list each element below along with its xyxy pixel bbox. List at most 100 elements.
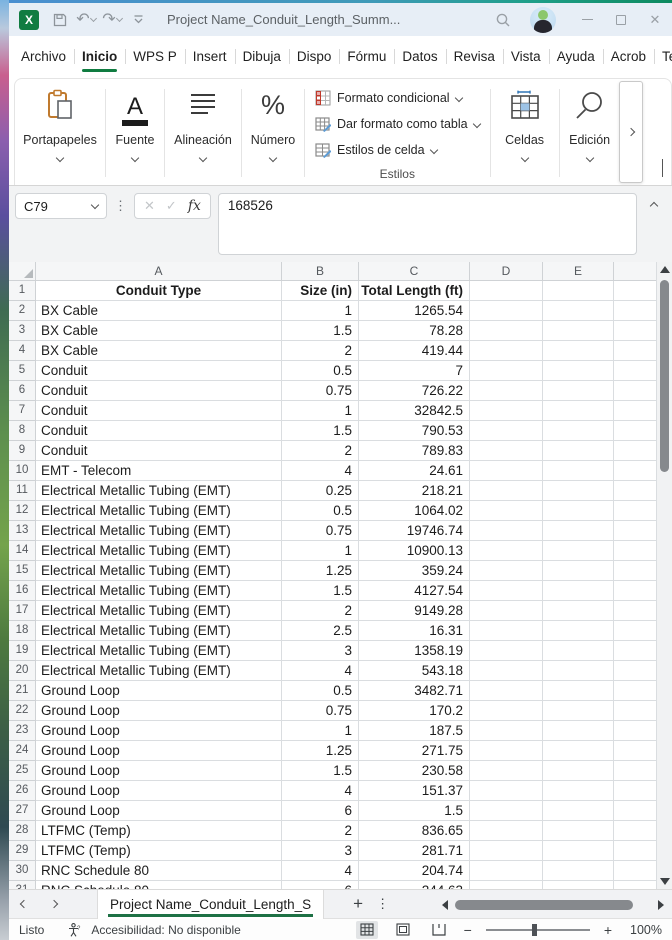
collapse-ribbon-button[interactable] xyxy=(662,159,663,177)
empty-cell[interactable] xyxy=(470,281,543,301)
cell-total-length[interactable]: 419.44 xyxy=(359,341,470,361)
cell-size[interactable]: 2 xyxy=(282,601,359,621)
save-button[interactable] xyxy=(47,8,73,32)
empty-cell[interactable] xyxy=(470,721,543,741)
empty-cell[interactable] xyxy=(470,341,543,361)
conditional-formatting-button[interactable]: Formato condicional xyxy=(315,85,480,111)
page-layout-view-button[interactable] xyxy=(392,921,414,939)
cell-conduit-type[interactable]: Ground Loop xyxy=(36,741,282,761)
row-header[interactable]: 19 xyxy=(9,641,36,661)
cell-size[interactable]: 1 xyxy=(282,401,359,421)
row-header[interactable]: 30 xyxy=(9,861,36,881)
cell-total-length[interactable]: 187.5 xyxy=(359,721,470,741)
empty-cell[interactable] xyxy=(470,461,543,481)
row-header[interactable]: 7 xyxy=(9,401,36,421)
scroll-right-icon[interactable] xyxy=(658,900,664,910)
redo-button[interactable]: ↷ xyxy=(99,8,125,32)
zoom-level[interactable]: 100% xyxy=(626,923,662,937)
horizontal-scrollbar-thumb[interactable] xyxy=(455,900,633,910)
column-header-partial[interactable] xyxy=(614,262,656,281)
empty-cell[interactable] xyxy=(470,701,543,721)
column-header-d[interactable]: D xyxy=(470,262,543,281)
cell-size[interactable]: 4 xyxy=(282,861,359,881)
row-header[interactable]: 3 xyxy=(9,321,36,341)
cell-total-length[interactable]: 1358.19 xyxy=(359,641,470,661)
cell-conduit-type[interactable]: Electrical Metallic Tubing (EMT) xyxy=(36,581,282,601)
cell-total-length[interactable]: 170.2 xyxy=(359,701,470,721)
empty-cell[interactable] xyxy=(614,701,656,721)
active-sheet-tab[interactable]: Project Name_Conduit_Length_S xyxy=(97,890,324,919)
empty-cell[interactable] xyxy=(470,621,543,641)
zoom-out-button[interactable]: − xyxy=(464,922,472,938)
cell-conduit-type[interactable]: Conduit xyxy=(36,381,282,401)
empty-cell[interactable] xyxy=(614,301,656,321)
empty-cell[interactable] xyxy=(614,461,656,481)
cell-total-length[interactable]: 244.63 xyxy=(359,881,470,889)
select-all-corner[interactable] xyxy=(9,262,36,281)
empty-cell[interactable] xyxy=(543,521,614,541)
zoom-slider[interactable] xyxy=(486,929,590,931)
cell-conduit-type[interactable]: Electrical Metallic Tubing (EMT) xyxy=(36,641,282,661)
cell-size[interactable]: 2 xyxy=(282,821,359,841)
cell-conduit-type[interactable]: Ground Loop xyxy=(36,801,282,821)
minimize-button[interactable] xyxy=(570,7,604,33)
row-header[interactable]: 27 xyxy=(9,801,36,821)
cell-conduit-type[interactable]: Electrical Metallic Tubing (EMT) xyxy=(36,541,282,561)
empty-cell[interactable] xyxy=(470,301,543,321)
empty-cell[interactable] xyxy=(614,661,656,681)
empty-cell[interactable] xyxy=(614,841,656,861)
undo-button[interactable]: ↶ xyxy=(73,8,99,32)
format-as-table-button[interactable]: Dar formato como tabla xyxy=(315,111,480,137)
previous-sheet-button[interactable] xyxy=(9,901,39,907)
cell-total-length[interactable]: 271.75 xyxy=(359,741,470,761)
ribbon-tab[interactable]: Vista xyxy=(503,36,549,76)
empty-cell[interactable] xyxy=(543,281,614,301)
column-header-b[interactable]: B xyxy=(282,262,359,281)
scroll-down-icon[interactable] xyxy=(660,878,670,885)
row-header[interactable]: 28 xyxy=(9,821,36,841)
empty-cell[interactable] xyxy=(470,861,543,881)
cell-conduit-type[interactable]: Electrical Metallic Tubing (EMT) xyxy=(36,501,282,521)
cell-total-length[interactable]: 726.22 xyxy=(359,381,470,401)
empty-cell[interactable] xyxy=(470,541,543,561)
name-box[interactable]: C79 xyxy=(15,193,107,219)
cell-conduit-type[interactable]: Conduit xyxy=(36,421,282,441)
row-header[interactable]: 29 xyxy=(9,841,36,861)
row-header[interactable]: 18 xyxy=(9,621,36,641)
cell-size[interactable]: 0.75 xyxy=(282,381,359,401)
empty-cell[interactable] xyxy=(543,321,614,341)
formula-input[interactable]: 168526 xyxy=(218,193,637,255)
cell-total-length[interactable]: 543.18 xyxy=(359,661,470,681)
row-header[interactable]: 22 xyxy=(9,701,36,721)
zoom-slider-thumb[interactable] xyxy=(532,924,537,936)
cell-size[interactable]: 1 xyxy=(282,541,359,561)
empty-cell[interactable] xyxy=(543,481,614,501)
cell-conduit-type[interactable]: Electrical Metallic Tubing (EMT) xyxy=(36,621,282,641)
redo-dropdown-icon[interactable] xyxy=(116,14,123,21)
ribbon-tab[interactable]: Archivo xyxy=(13,36,74,76)
empty-cell[interactable] xyxy=(614,381,656,401)
cell-total-length[interactable]: 3482.71 xyxy=(359,681,470,701)
empty-cell[interactable] xyxy=(614,541,656,561)
number-group-button[interactable]: % Número xyxy=(242,85,304,185)
cell-size[interactable]: 2 xyxy=(282,341,359,361)
cell-size-header[interactable]: Size (in) xyxy=(282,281,359,301)
ribbon-tab[interactable]: Datos xyxy=(394,36,445,76)
empty-cell[interactable] xyxy=(470,361,543,381)
cell-conduit-type[interactable]: Ground Loop xyxy=(36,781,282,801)
cell-size[interactable]: 1 xyxy=(282,301,359,321)
column-header-a[interactable]: A xyxy=(36,262,282,281)
cell-conduit-type[interactable]: LTFMC (Temp) xyxy=(36,821,282,841)
cell-styles-button[interactable]: Estilos de celda xyxy=(315,137,480,163)
row-header[interactable]: 1 xyxy=(9,281,36,301)
scroll-left-icon[interactable] xyxy=(442,900,448,910)
empty-cell[interactable] xyxy=(543,581,614,601)
cell-size[interactable]: 0.25 xyxy=(282,481,359,501)
normal-view-button[interactable] xyxy=(356,921,378,939)
row-header[interactable]: 12 xyxy=(9,501,36,521)
empty-cell[interactable] xyxy=(614,721,656,741)
ribbon-tab[interactable]: Dispo xyxy=(289,36,340,76)
ribbon-scroll-right-button[interactable] xyxy=(619,81,643,183)
cell-total-length[interactable]: 1.5 xyxy=(359,801,470,821)
empty-cell[interactable] xyxy=(543,781,614,801)
